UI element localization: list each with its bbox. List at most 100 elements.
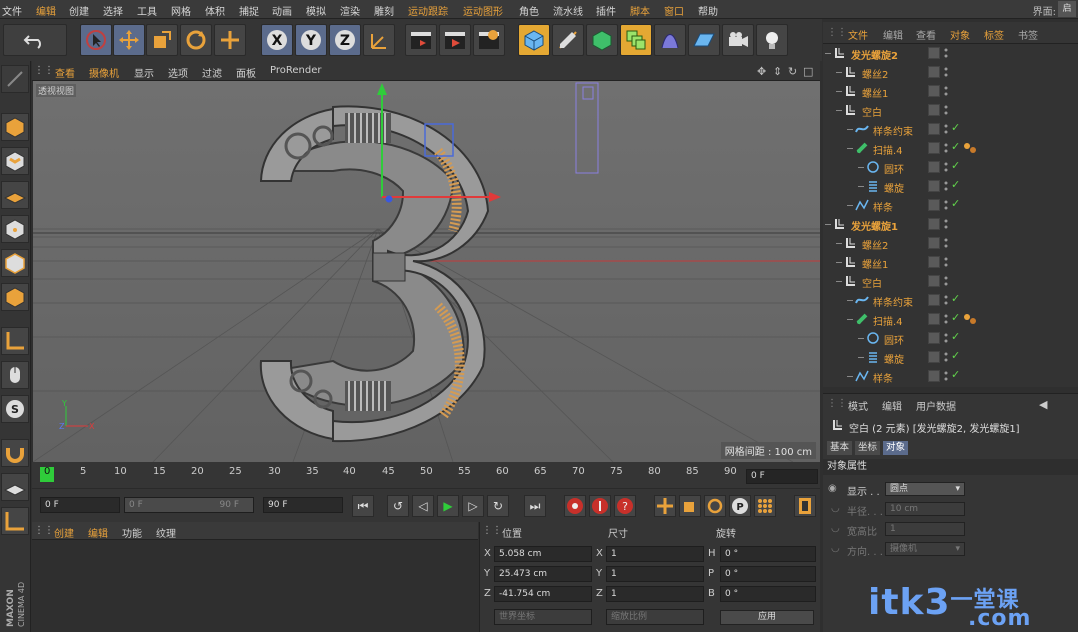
material-menu-edit[interactable]: 编辑 bbox=[88, 525, 108, 540]
om-menu-edit[interactable]: 编辑 bbox=[883, 27, 903, 42]
attr-menu-mode[interactable]: 模式 bbox=[848, 398, 868, 413]
object-name[interactable]: 螺丝1 bbox=[862, 256, 888, 271]
object-row[interactable]: 螺丝1 bbox=[823, 82, 1078, 101]
object-row[interactable]: 样条约束 ✓ bbox=[823, 120, 1078, 139]
render-settings-button[interactable] bbox=[473, 24, 505, 56]
point-level-key-button[interactable] bbox=[754, 495, 776, 517]
coordinate-system-button[interactable] bbox=[363, 24, 395, 56]
viewport-menu-display[interactable]: 显示 bbox=[134, 65, 154, 80]
object-name[interactable]: 发光螺旋1 bbox=[851, 218, 898, 233]
viewport-menu-panel[interactable]: 面板 bbox=[236, 65, 256, 80]
visibility-dots-icon[interactable] bbox=[944, 294, 948, 306]
object-row[interactable]: 螺丝2 bbox=[823, 234, 1078, 253]
pos-x-field[interactable]: 5.058 cm bbox=[494, 546, 592, 562]
end-frame-field[interactable]: 90 F bbox=[263, 497, 343, 513]
record-keys-button[interactable] bbox=[564, 495, 586, 517]
layer-swatch[interactable] bbox=[928, 104, 940, 116]
material-menu-texture[interactable]: 纹理 bbox=[156, 525, 176, 540]
preview-range-slider[interactable]: 0 F 90 F bbox=[124, 497, 254, 513]
pos-y-field[interactable]: 25.473 cm bbox=[494, 566, 592, 582]
enabled-check-icon[interactable]: ✓ bbox=[951, 311, 960, 324]
viewport-maximize-icon[interactable]: □ bbox=[803, 65, 813, 78]
object-row[interactable]: 圆环 ✓ bbox=[823, 158, 1078, 177]
y-axis-button[interactable]: Y bbox=[295, 24, 327, 56]
menu-mograph[interactable]: 运动图形 bbox=[463, 3, 503, 18]
menu-sculpt[interactable]: 雕刻 bbox=[374, 3, 394, 18]
size-z-field[interactable]: 1 bbox=[606, 586, 704, 602]
menu-help[interactable]: 帮助 bbox=[698, 3, 718, 18]
object-row[interactable]: 样条约束 ✓ bbox=[823, 291, 1078, 310]
perspective-viewport[interactable]: Y X Z 透视视图 网格间距 : 100 cm bbox=[33, 81, 820, 462]
size-x-field[interactable]: 1 bbox=[606, 546, 704, 562]
scale-key-button[interactable] bbox=[679, 495, 701, 517]
viewport-menu-view[interactable]: 查看 bbox=[55, 65, 75, 80]
next-key-button[interactable]: ↻ bbox=[487, 495, 509, 517]
object-name[interactable]: 扫描.4 bbox=[873, 142, 903, 157]
next-frame-button[interactable]: ▷ bbox=[462, 495, 484, 517]
material-menu-function[interactable]: 功能 bbox=[122, 525, 142, 540]
workplane-button[interactable] bbox=[1, 181, 29, 209]
layer-swatch[interactable] bbox=[928, 85, 940, 97]
edges-mode-button[interactable] bbox=[1, 249, 29, 277]
object-row[interactable]: 螺旋 ✓ bbox=[823, 177, 1078, 196]
layer-swatch[interactable] bbox=[928, 142, 940, 154]
back-arrow-icon[interactable]: ◀ bbox=[1039, 398, 1047, 411]
layout-selector[interactable]: 启 bbox=[1058, 1, 1076, 17]
rot-b-field[interactable]: 0 ° bbox=[720, 586, 816, 602]
om-menu-view[interactable]: 查看 bbox=[916, 27, 936, 42]
material-tag-icon[interactable] bbox=[963, 142, 979, 154]
snap-button[interactable]: S bbox=[1, 395, 29, 423]
undo-button[interactable] bbox=[3, 24, 67, 56]
render-picture-viewer-button[interactable] bbox=[439, 24, 471, 56]
display-dropdown[interactable]: 圆点 ▾ bbox=[885, 482, 965, 496]
material-tag-icon[interactable] bbox=[963, 313, 979, 325]
enabled-check-icon[interactable]: ✓ bbox=[951, 197, 960, 210]
om-menu-objects[interactable]: 对象 bbox=[950, 27, 970, 42]
visibility-dots-icon[interactable] bbox=[944, 218, 948, 230]
cloner-button[interactable] bbox=[620, 24, 652, 56]
menu-pipeline[interactable]: 流水线 bbox=[553, 3, 583, 18]
viewport-menu-prorender[interactable]: ProRender bbox=[270, 65, 321, 76]
gizmo-z-axis[interactable] bbox=[385, 195, 393, 203]
layer-swatch[interactable] bbox=[928, 47, 940, 59]
viewport-menu-cameras[interactable]: 摄像机 bbox=[89, 65, 119, 80]
visibility-dots-icon[interactable] bbox=[944, 161, 948, 173]
layer-swatch[interactable] bbox=[928, 332, 940, 344]
om-menu-bookmarks[interactable]: 书签 bbox=[1018, 27, 1038, 42]
prev-key-button[interactable]: ↺ bbox=[387, 495, 409, 517]
visibility-dots-icon[interactable] bbox=[944, 313, 948, 325]
viewport-zoom-icon[interactable]: ⇕ bbox=[773, 65, 782, 78]
size-y-field[interactable]: 1 bbox=[606, 566, 704, 582]
menu-character[interactable]: 角色 bbox=[519, 3, 539, 18]
aspect-field[interactable]: 1 bbox=[885, 522, 965, 536]
viewport-pan-icon[interactable]: ✥ bbox=[757, 65, 766, 78]
render-view-button[interactable] bbox=[405, 24, 437, 56]
object-row[interactable]: 样条 ✓ bbox=[823, 196, 1078, 215]
object-row[interactable]: 螺旋 ✓ bbox=[823, 348, 1078, 367]
viewport-menu-filter[interactable]: 过滤 bbox=[202, 65, 222, 80]
om-menu-file[interactable]: 文件 bbox=[848, 27, 868, 42]
menu-volume[interactable]: 体积 bbox=[205, 3, 225, 18]
current-frame-field[interactable]: 0 F bbox=[746, 469, 818, 484]
visibility-dots-icon[interactable] bbox=[944, 275, 948, 287]
size-mode-dropdown[interactable]: 缩放比例 bbox=[606, 609, 704, 625]
menu-snap[interactable]: 捕捉 bbox=[239, 3, 259, 18]
rot-p-field[interactable]: 0 ° bbox=[720, 566, 816, 582]
rotation-key-button[interactable] bbox=[704, 495, 726, 517]
visibility-dots-icon[interactable] bbox=[944, 370, 948, 382]
coordinate-mode-dropdown[interactable]: 世界坐标 bbox=[494, 609, 592, 625]
attr-menu-edit[interactable]: 编辑 bbox=[882, 398, 902, 413]
z-axis-button[interactable]: Z bbox=[329, 24, 361, 56]
camera-button[interactable] bbox=[722, 24, 754, 56]
object-name[interactable]: 螺旋 bbox=[884, 180, 904, 195]
object-name[interactable]: 空白 bbox=[862, 275, 882, 290]
autokey-button[interactable] bbox=[589, 495, 611, 517]
object-row[interactable]: 圆环 ✓ bbox=[823, 329, 1078, 348]
visibility-dots-icon[interactable] bbox=[944, 256, 948, 268]
layer-swatch[interactable] bbox=[928, 294, 940, 306]
layer-swatch[interactable] bbox=[928, 256, 940, 268]
layer-swatch[interactable] bbox=[928, 351, 940, 363]
object-row[interactable]: 扫描.4 ✓ bbox=[823, 310, 1078, 329]
visibility-dots-icon[interactable] bbox=[944, 104, 948, 116]
recent-tool-button[interactable] bbox=[214, 24, 246, 56]
